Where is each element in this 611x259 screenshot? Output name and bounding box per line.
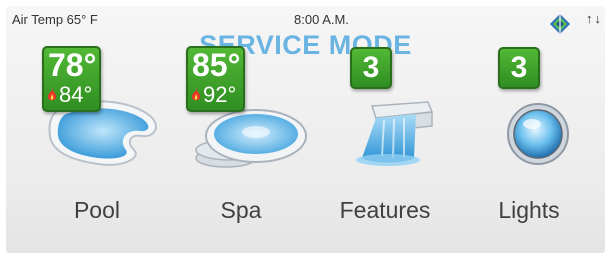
features-count: 3 [362, 51, 380, 84]
pool-setpoint-value: 84° [59, 82, 93, 107]
flame-icon [191, 88, 201, 101]
spa-tile[interactable]: 85° 92° Spa [166, 46, 316, 231]
air-temp-readout: Air Temp 65° F [12, 12, 98, 27]
lights-label: Lights [498, 197, 560, 223]
features-label: Features [339, 197, 431, 223]
flame-icon [47, 88, 57, 101]
connection-status-icon: ↑↓ [586, 11, 603, 26]
pool-tile[interactable]: 78° 84° Pool [22, 46, 172, 231]
lights-count: 3 [510, 51, 528, 84]
features-tile[interactable]: 3 Features [310, 46, 460, 231]
control-screen: Air Temp 65° F 8:00 A.M. ↑↓ SERVICE MODE… [6, 6, 605, 253]
lights-tile[interactable]: 3 Lights [454, 46, 604, 231]
pool-temp-badge: 78° 84° [42, 46, 101, 112]
features-count-badge: 3 [350, 47, 392, 89]
spa-label: Spa [220, 197, 262, 223]
lights-count-badge: 3 [498, 47, 540, 89]
spa-current-temp: 85° [192, 47, 241, 83]
spa-setpoint-value: 92° [203, 82, 237, 107]
spa-heat-setpoint: 92° [191, 82, 236, 108]
pool-label: Pool [73, 197, 121, 223]
spa-temp-badge: 85° 92° [186, 46, 245, 112]
pool-heat-setpoint: 84° [47, 82, 92, 108]
pool-current-temp: 78° [48, 47, 97, 83]
clock: 8:00 A.M. [294, 12, 349, 27]
